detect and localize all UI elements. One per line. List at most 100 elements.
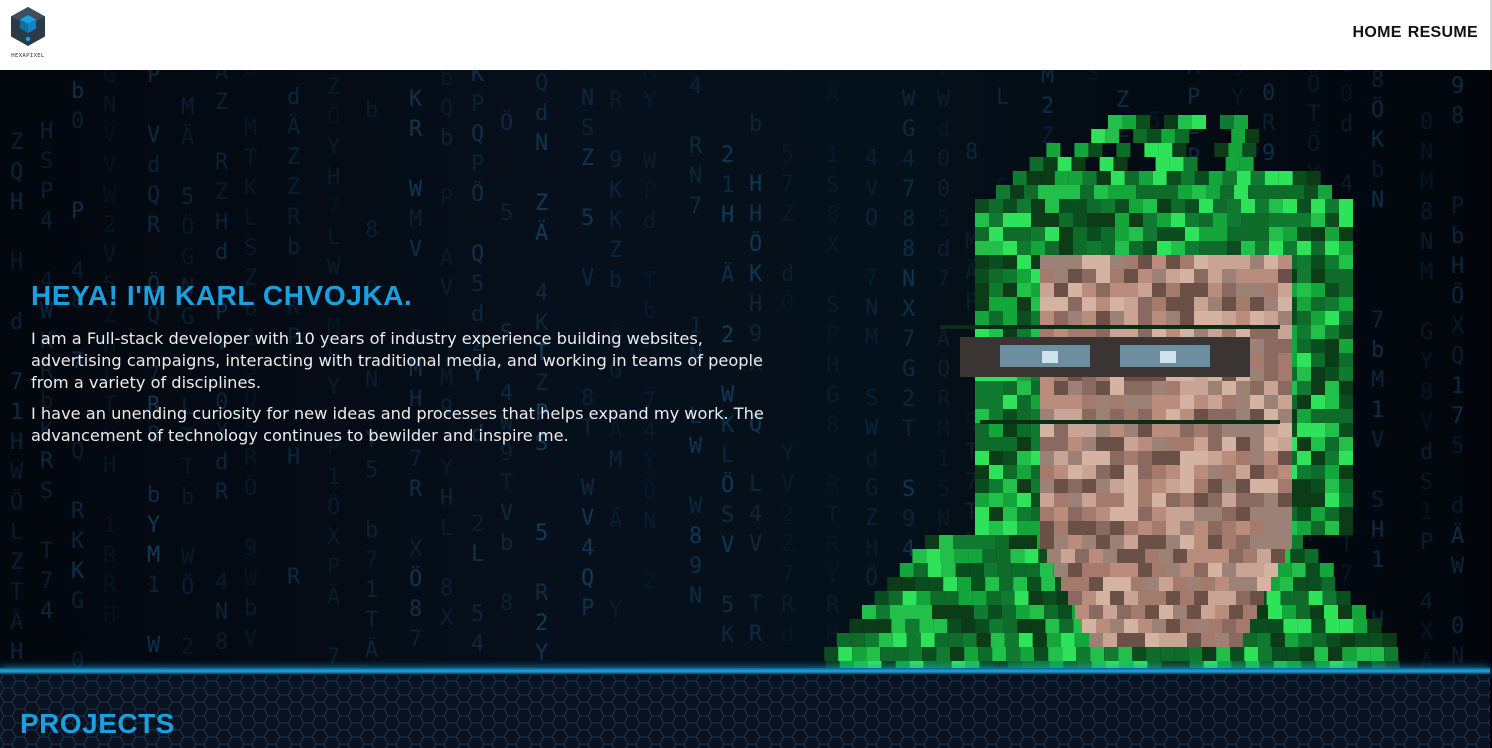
svg-text:Ä: Ä	[181, 124, 194, 150]
svg-text:5: 5	[581, 206, 594, 231]
svg-text:V: V	[749, 532, 762, 557]
svg-text:V: V	[781, 472, 794, 497]
svg-text:S: S	[244, 236, 257, 261]
svg-text:5: 5	[535, 521, 548, 546]
svg-text:8: 8	[244, 70, 257, 81]
svg-text:1: 1	[103, 513, 116, 538]
hexapixel-logo[interactable]: HEXAPIXEL	[9, 6, 47, 62]
main-nav: HOME RESUME	[1353, 24, 1478, 42]
svg-text:L: L	[749, 472, 762, 497]
svg-text:2: 2	[643, 569, 656, 594]
nav-resume-link[interactable]: RESUME	[1408, 24, 1478, 42]
svg-text:V: V	[147, 123, 160, 148]
svg-text:d: d	[287, 85, 300, 110]
hex-grid-background	[0, 674, 1490, 748]
svg-text:R: R	[215, 150, 229, 175]
svg-text:Ä: Ä	[609, 507, 622, 533]
svg-text:X: X	[440, 606, 454, 631]
svg-text:M: M	[643, 70, 656, 84]
svg-text:b: b	[440, 126, 453, 151]
svg-text:R: R	[409, 117, 423, 142]
svg-text:d: d	[147, 153, 160, 178]
svg-text:R: R	[215, 480, 229, 505]
svg-text:Y: Y	[327, 135, 340, 160]
svg-text:Ä: Ä	[1420, 649, 1433, 670]
svg-text:H: H	[103, 603, 116, 628]
svg-text:Y: Y	[1231, 86, 1244, 111]
svg-text:7: 7	[781, 562, 794, 587]
svg-text:N: N	[1420, 140, 1433, 165]
svg-text:H: H	[40, 119, 53, 144]
svg-text:L: L	[327, 225, 340, 250]
svg-text:P: P	[147, 70, 160, 88]
svg-text:G: G	[103, 70, 116, 88]
svg-text:1: 1	[147, 573, 160, 598]
svg-text:4: 4	[581, 536, 594, 561]
svg-text:7: 7	[327, 195, 340, 220]
svg-text:V: V	[409, 237, 422, 262]
svg-text:Ä: Ä	[826, 82, 839, 108]
hero-section: ZQHHd71HWÖLZTÄHHSP44WKRbKRST74b0P487QRKK…	[0, 70, 1490, 670]
svg-text:Ö: Ö	[721, 472, 734, 498]
svg-text:Q: Q	[471, 122, 484, 147]
svg-text:Z: Z	[10, 550, 23, 575]
svg-text:0: 0	[1451, 614, 1464, 639]
svg-text:Q: Q	[471, 242, 484, 267]
svg-text:0: 0	[71, 649, 84, 670]
svg-text:P: P	[471, 152, 484, 177]
svg-text:d: d	[1420, 440, 1433, 465]
svg-text:Z: Z	[535, 191, 548, 216]
svg-text:V: V	[500, 501, 513, 526]
svg-text:M: M	[1420, 170, 1433, 195]
svg-text:d: d	[781, 622, 794, 647]
svg-text:M: M	[147, 543, 160, 568]
svg-text:8: 8	[1420, 380, 1433, 405]
svg-text:K: K	[721, 623, 735, 648]
svg-text:Q: Q	[1451, 344, 1464, 369]
svg-text:Z: Z	[609, 238, 622, 263]
svg-text:P: P	[440, 186, 453, 211]
svg-text:1: 1	[1451, 374, 1464, 399]
svg-text:H: H	[440, 486, 453, 511]
svg-text:1: 1	[327, 465, 340, 490]
svg-text:W: W	[643, 149, 657, 174]
svg-text:T: T	[40, 539, 53, 564]
svg-text:T: T	[181, 455, 194, 480]
svg-text:W: W	[1451, 554, 1465, 579]
svg-text:N: N	[689, 584, 702, 609]
svg-text:T: T	[749, 592, 762, 617]
svg-text:8: 8	[1371, 70, 1384, 93]
hero-title: HEYA! I'M KARL CHVOJKA.	[31, 280, 413, 311]
svg-text:Ä: Ä	[10, 609, 23, 635]
site-header: HEXAPIXEL HOME RESUME	[0, 0, 1492, 70]
svg-text:Ö: Ö	[1451, 283, 1464, 309]
svg-text:Ö: Ö	[327, 494, 340, 520]
svg-text:G: G	[1420, 320, 1433, 345]
svg-text:V: V	[103, 153, 116, 178]
svg-text:T: T	[244, 146, 257, 171]
svg-text:Ö: Ö	[327, 104, 340, 130]
svg-text:M: M	[181, 95, 194, 120]
svg-text:Y: Y	[1420, 350, 1433, 375]
svg-text:0: 0	[71, 109, 84, 134]
svg-text:W: W	[581, 476, 595, 501]
svg-text:7: 7	[937, 70, 950, 82]
svg-text:H: H	[215, 210, 228, 235]
svg-text:N: N	[535, 131, 548, 156]
svg-text:K: K	[244, 176, 258, 201]
svg-text:W: W	[689, 494, 703, 519]
svg-text:Y: Y	[440, 456, 453, 481]
svg-text:2: 2	[181, 635, 194, 660]
svg-text:T: T	[10, 580, 23, 605]
svg-text:Z: Z	[327, 75, 340, 100]
svg-text:2: 2	[471, 512, 484, 537]
svg-text:P: P	[1451, 194, 1464, 219]
svg-text:G: G	[781, 70, 794, 77]
svg-text:H: H	[327, 165, 340, 190]
projects-section: PROJECTS	[0, 674, 1490, 748]
svg-text:Ä: Ä	[215, 70, 228, 85]
svg-text:P: P	[581, 596, 594, 621]
nav-home-link[interactable]: HOME	[1353, 24, 1402, 42]
svg-text:M: M	[244, 116, 257, 141]
svg-text:4: 4	[471, 632, 484, 657]
